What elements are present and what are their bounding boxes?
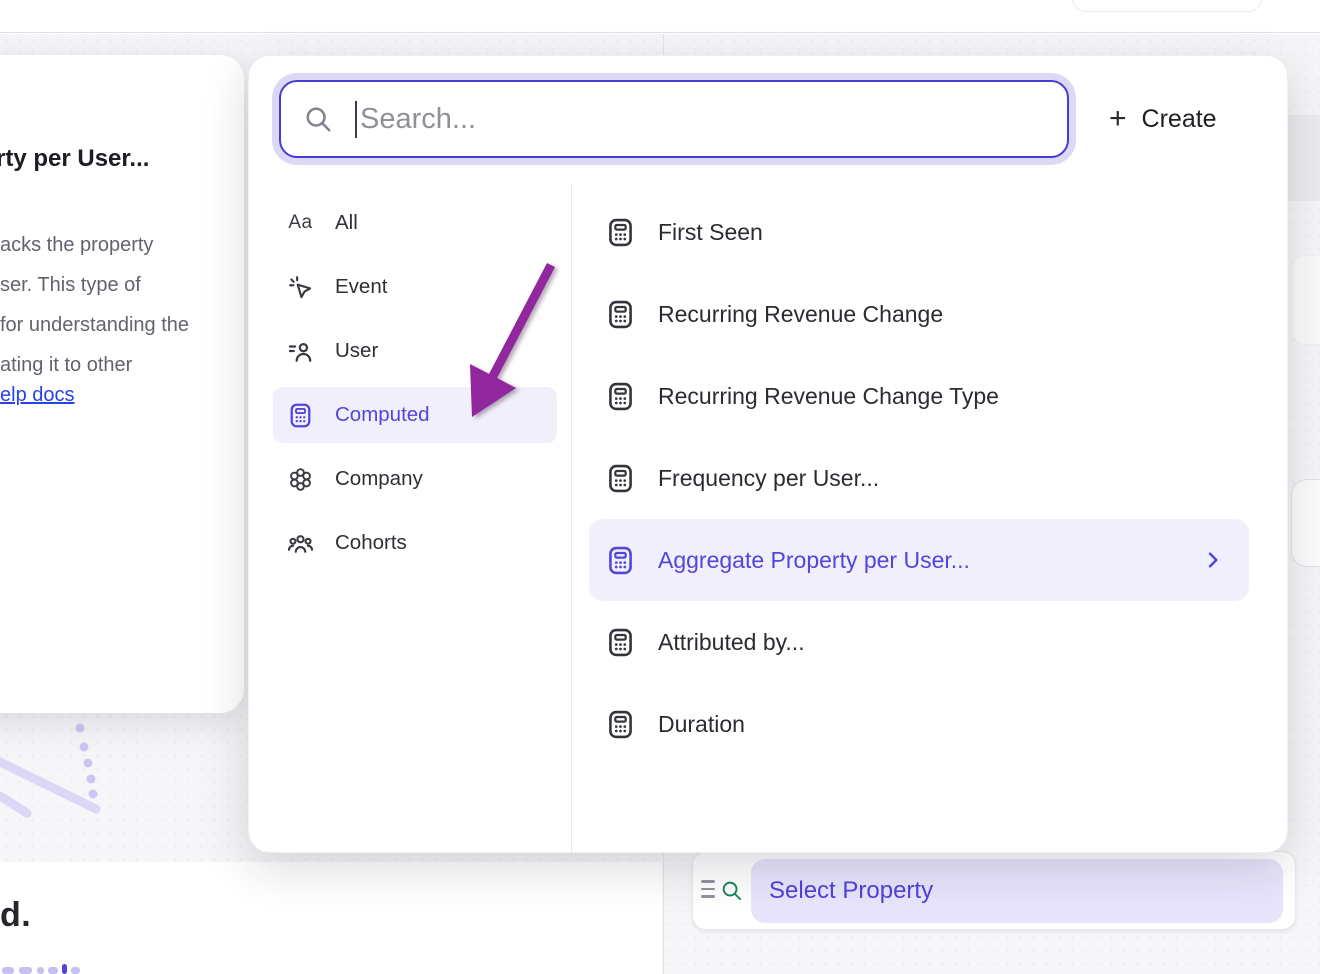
clipped-link-fragment [2, 967, 14, 974]
clipped-link-fragment [19, 967, 32, 974]
property-tooltip-card: rty per User... acks the property ser. T… [0, 55, 244, 713]
list-item-frequency-per-user[interactable]: Frequency per User... [589, 437, 1249, 519]
background-band-right [1288, 115, 1320, 201]
text-caret [355, 101, 357, 138]
calculator-icon [605, 463, 636, 494]
search-box [279, 80, 1069, 158]
canvas-background-lower [0, 862, 662, 974]
calculator-icon [605, 627, 636, 658]
calculator-icon [605, 545, 636, 576]
sidebar-item-all[interactable]: Aa All [273, 195, 557, 251]
clipped-link-fragment [37, 967, 44, 974]
sidebar-item-company[interactable]: Company [273, 451, 557, 507]
help-docs-link[interactable]: elp docs [0, 384, 75, 407]
sidebar-item-label: Event [335, 275, 387, 299]
property-picker-modal: + Create Aa All Event User Computed Comp… [248, 55, 1288, 853]
calculator-icon [605, 299, 636, 330]
sidebar-item-cohorts[interactable]: Cohorts [273, 515, 557, 571]
calculator-icon [287, 402, 314, 429]
search-input[interactable] [360, 103, 1067, 136]
sidebar-item-label: Cohorts [335, 531, 407, 555]
list-item-label: Recurring Revenue Change Type [658, 383, 999, 410]
tooltip-line: ser. This type of [0, 265, 189, 305]
person-lines-icon [287, 338, 314, 365]
create-button[interactable]: + Create [1109, 96, 1217, 142]
sidebar-item-label: User [335, 339, 378, 363]
plus-icon: + [1109, 104, 1127, 134]
sidebar-item-label: All [335, 211, 358, 235]
calculator-icon [605, 709, 636, 740]
clipped-link-fragment [71, 967, 80, 974]
clipped-heading-fragment: d. [0, 896, 31, 935]
text-Aa-icon: Aa [287, 210, 314, 237]
drag-handle-icon[interactable] [701, 880, 715, 902]
list-item-aggregate-property-per-user[interactable]: Aggregate Property per User... [589, 519, 1249, 601]
create-button-label: Create [1142, 105, 1217, 134]
calculator-icon [605, 217, 636, 248]
list-item-label: Recurring Revenue Change [658, 301, 943, 328]
modal-column-divider [571, 183, 572, 852]
background-card-edge [1292, 255, 1320, 345]
chevron-right-icon [1203, 550, 1223, 570]
sidebar-item-event[interactable]: Event [273, 259, 557, 315]
list-item-label: Frequency per User... [658, 465, 879, 492]
top-toolbar-pill [1072, 0, 1262, 12]
calculator-icon [605, 381, 636, 412]
select-property-button[interactable]: Select Property [751, 859, 1283, 923]
sidebar-item-label: Company [335, 467, 423, 491]
tooltip-title: rty per User... [0, 145, 149, 173]
background-card-edge [1291, 479, 1320, 567]
sidebar-item-computed[interactable]: Computed [273, 387, 557, 443]
select-property-bar: Select Property [692, 851, 1296, 930]
tooltip-line: acks the property [0, 225, 189, 265]
tooltip-line: ating it to other [0, 345, 189, 385]
search-icon [303, 104, 333, 134]
clipped-link-fragment [62, 964, 67, 974]
list-item-recurring-revenue-change-type[interactable]: Recurring Revenue Change Type [589, 355, 1249, 437]
sidebar-item-user[interactable]: User [273, 323, 557, 379]
list-item-label: Attributed by... [658, 629, 805, 656]
sidebar-item-label: Computed [335, 403, 430, 427]
list-item-attributed-by[interactable]: Attributed by... [589, 601, 1249, 683]
people-group-icon [287, 530, 314, 557]
flower-cluster-icon [287, 466, 314, 493]
tooltip-description: acks the property ser. This type of for … [0, 225, 189, 385]
search-icon [720, 879, 743, 902]
list-item-duration[interactable]: Duration [589, 683, 1249, 765]
tooltip-line: for understanding the [0, 305, 189, 345]
list-item-label: Aggregate Property per User... [658, 547, 970, 574]
list-item-recurring-revenue-change[interactable]: Recurring Revenue Change [589, 273, 1249, 355]
clipped-link-fragment [48, 967, 58, 974]
list-item-label: Duration [658, 711, 745, 738]
select-property-label: Select Property [769, 877, 933, 905]
click-cursor-icon [287, 274, 314, 301]
list-item-first-seen[interactable]: First Seen [589, 191, 1249, 273]
list-item-label: First Seen [658, 219, 763, 246]
